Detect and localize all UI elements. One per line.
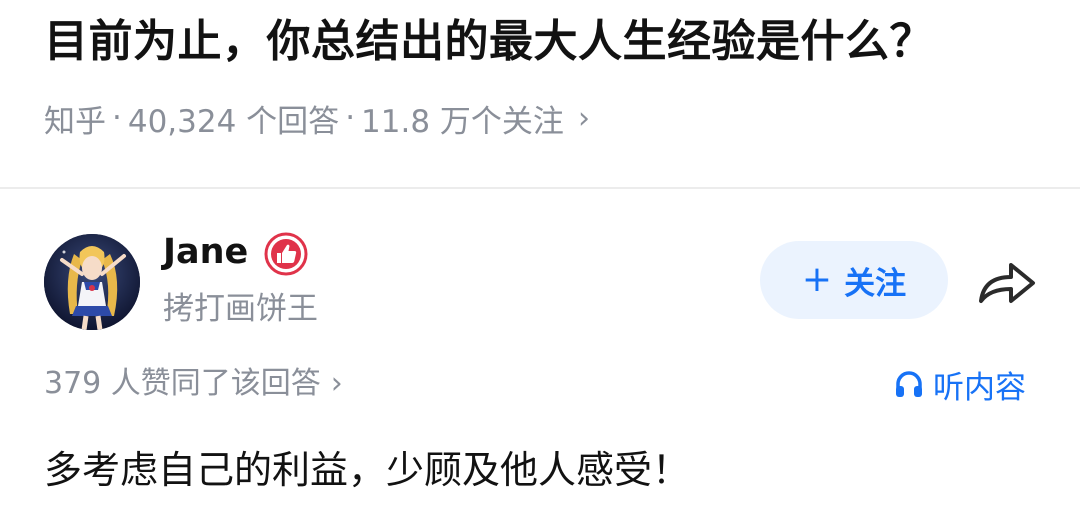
answer-content[interactable]: 多考虑自己的利益，少顾及他人感受！ (44, 440, 690, 500)
question-page: 目前为止，你总结出的最大人生经验是什么？ 知乎 · 40,324 个回答 · 1… (0, 0, 1080, 520)
vote-summary[interactable]: 379 人赞同了该回答 › (44, 362, 343, 406)
listen-button[interactable]: 听内容 (893, 362, 1026, 406)
answer-count: 40,324 个回答 (127, 103, 340, 140)
follower-count: 11.8 万个关注 (361, 103, 564, 140)
question-title[interactable]: 目前为止，你总结出的最大人生经验是什么？ (44, 12, 1054, 72)
chevron-right-icon: › (330, 366, 343, 401)
question-meta[interactable]: 知乎 · 40,324 个回答 · 11.8 万个关注 › (44, 96, 590, 140)
author-name[interactable]: Jane (163, 230, 248, 274)
chevron-right-icon: › (577, 100, 590, 136)
section-divider (0, 187, 1080, 189)
source-label: 知乎 (44, 103, 106, 140)
vote-count-text: 379 人赞同了该回答 (44, 366, 321, 401)
listen-label: 听内容 (933, 369, 1026, 406)
plus-icon: + (801, 259, 833, 300)
thumbs-up-badge-icon (264, 232, 308, 276)
follow-button[interactable]: + 关注 (760, 241, 948, 319)
share-arrow-icon[interactable] (975, 255, 1039, 307)
author-bio: 拷打画饼王 (163, 291, 318, 327)
headphones-icon (896, 371, 922, 397)
author-avatar[interactable] (44, 234, 140, 330)
follow-label: 关注 (844, 265, 907, 302)
meta-separator: · (345, 100, 356, 136)
avatar-image (44, 234, 140, 330)
meta-separator: · (112, 100, 122, 136)
